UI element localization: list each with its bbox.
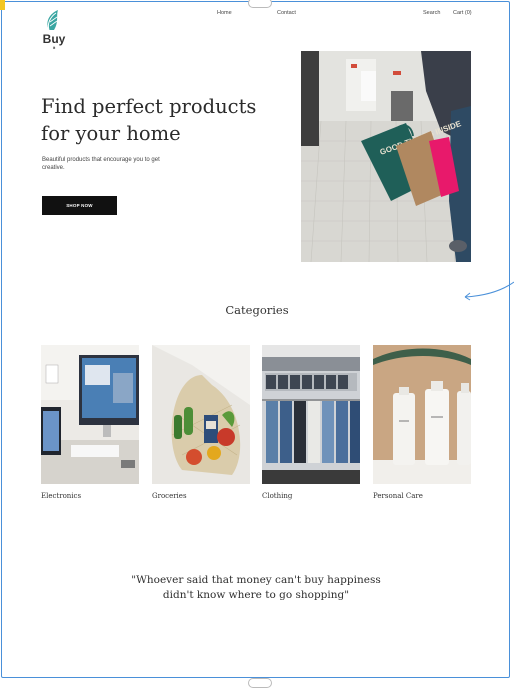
category-card-electronics[interactable]: Electronics (41, 345, 139, 500)
category-label: Electronics (41, 492, 82, 500)
nav-cart-link[interactable]: Cart (0) (453, 10, 472, 16)
category-image-groceries (152, 345, 250, 484)
curved-arrow-icon (464, 281, 514, 301)
category-label: Clothing (262, 492, 293, 500)
leaf-logo-icon (41, 8, 67, 32)
nav-home-link[interactable]: Home (217, 10, 232, 16)
hero-title-line-2: for your home (41, 122, 181, 145)
hero-image-shopping-bags: GOOD THINGS INSIDE (301, 51, 471, 262)
category-card-personal-care[interactable]: Personal Care (373, 345, 471, 500)
categories-heading: Categories (225, 303, 289, 317)
category-label: Groceries (152, 492, 187, 500)
category-image-clothing (262, 345, 360, 484)
category-label: Personal Care (373, 492, 423, 500)
category-card-groceries[interactable]: Groceries (152, 345, 250, 500)
site-logo[interactable]: Buy it (38, 8, 70, 50)
testimonial-quote: "Whoever said that money can't buy happi… (131, 574, 381, 601)
hero-title-line-1: Find perfect products (41, 95, 257, 118)
hero-subtitle: Beautiful products that encourage you to… (42, 157, 160, 171)
corner-marker (0, 0, 5, 10)
resize-handle-bottom[interactable] (248, 678, 272, 688)
logo-text: Buy (42, 32, 66, 46)
category-image-electronics (41, 345, 139, 484)
resize-handle-top[interactable] (248, 0, 272, 8)
category-image-personal-care (373, 345, 471, 484)
nav-contact-link[interactable]: Contact (277, 10, 296, 16)
shop-now-button[interactable]: SHOP NOW (42, 196, 117, 215)
category-card-clothing[interactable]: Clothing (262, 345, 360, 500)
nav-search-link[interactable]: Search (423, 10, 440, 16)
hero-title: Find perfect products for your home (41, 93, 281, 147)
